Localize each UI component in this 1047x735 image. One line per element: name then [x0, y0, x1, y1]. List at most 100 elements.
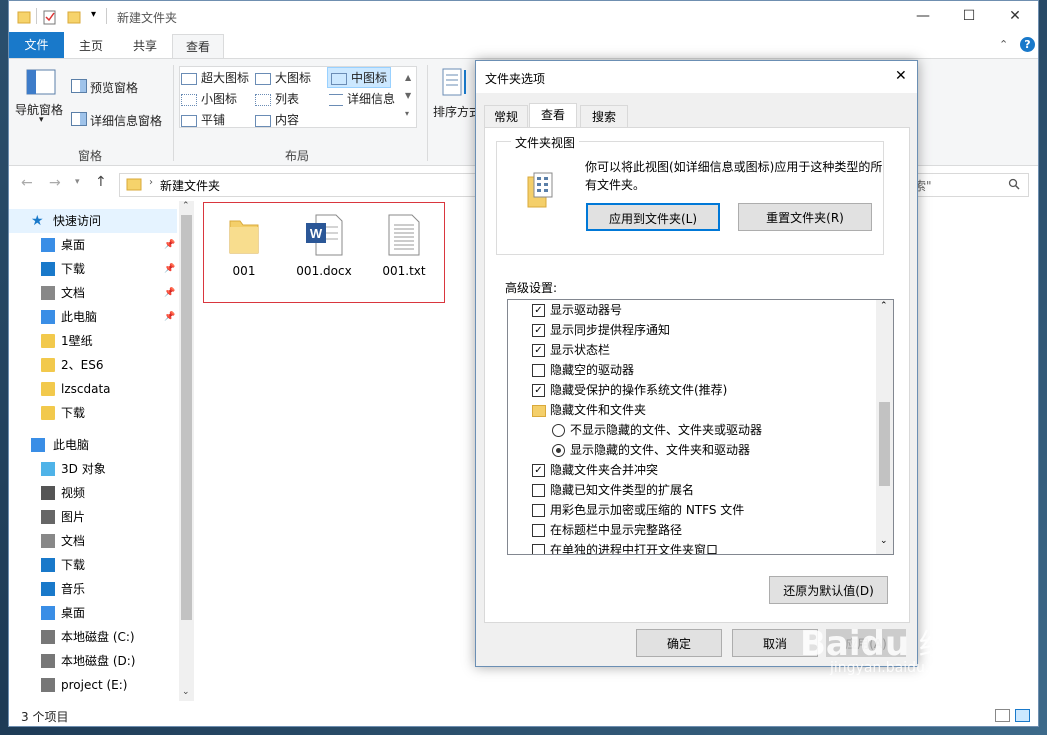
setting-row[interactable]: 在标题栏中显示完整路径	[508, 520, 874, 540]
large-icons-view-toggle-icon[interactable]	[1015, 709, 1030, 722]
file-item[interactable]: 001	[209, 213, 279, 278]
layout-large-icons[interactable]: 大图标	[255, 69, 311, 86]
layout-list[interactable]: 列表	[255, 90, 299, 107]
setting-row[interactable]: ✓ 显示状态栏	[508, 340, 874, 360]
tab-home[interactable]: 主页	[67, 34, 115, 58]
file-item[interactable]: 001.txt	[369, 213, 439, 278]
layout-content[interactable]: 内容	[255, 111, 299, 128]
nav-item[interactable]: 下载	[9, 553, 177, 577]
layout-scroll-arrows-icon[interactable]: ▲ ▼ ▾	[405, 69, 411, 123]
pin-icon[interactable]: 📌	[164, 233, 175, 257]
dialog-close-button[interactable]: ✕	[895, 68, 907, 84]
search-input[interactable]: 索"	[909, 173, 1029, 197]
dialog-tab-general[interactable]: 常规	[484, 105, 528, 128]
nav-item[interactable]: 此电脑	[9, 433, 177, 457]
setting-row[interactable]: 不显示隐藏的文件、文件夹或驱动器	[508, 420, 874, 440]
nav-item[interactable]: lzscdata	[9, 377, 177, 401]
nav-item[interactable]: 3D 对象	[9, 457, 177, 481]
checked-checkbox[interactable]: ✓	[532, 324, 545, 337]
unchecked-checkbox[interactable]	[532, 484, 545, 497]
details-pane-button[interactable]: 详细信息窗格	[90, 112, 162, 129]
settings-scroll-thumb[interactable]	[879, 402, 890, 486]
checked-checkbox[interactable]: ✓	[532, 304, 545, 317]
nav-pane-dropdown-icon[interactable]: ▾	[39, 115, 44, 125]
pin-icon[interactable]: 📌	[164, 305, 175, 329]
setting-row[interactable]: ✓ 隐藏文件夹合并冲突	[508, 460, 874, 480]
nav-item[interactable]: 文档 📌	[9, 281, 177, 305]
pin-icon[interactable]: 📌	[164, 281, 175, 305]
maximize-button[interactable]: ☐	[946, 1, 992, 32]
minimize-button[interactable]: —	[900, 1, 946, 32]
breadcrumb-chevron-icon[interactable]: ›	[149, 177, 153, 188]
back-arrow-icon[interactable]: ←	[21, 175, 33, 191]
reset-folders-button[interactable]: 重置文件夹(R)	[738, 203, 872, 231]
setting-row[interactable]: 在单独的进程中打开文件夹窗口	[508, 540, 874, 554]
setting-row[interactable]: 隐藏已知文件类型的扩展名	[508, 480, 874, 500]
selected-radio[interactable]	[552, 444, 565, 457]
restore-defaults-button[interactable]: 还原为默认值(D)	[769, 576, 888, 604]
sort-by-button[interactable]: 排序方式	[433, 103, 481, 120]
setting-row[interactable]: ✓ 显示同步提供程序通知	[508, 320, 874, 340]
nav-item[interactable]: 1壁纸	[9, 329, 177, 353]
quick-access-dropdown-icon[interactable]: ▾	[91, 9, 96, 20]
collapse-ribbon-icon[interactable]: ⌃	[999, 38, 1008, 51]
address-box[interactable]: › 新建文件夹	[119, 173, 481, 197]
scroll-down-icon[interactable]: ⌄	[182, 687, 190, 697]
nav-item[interactable]: 本地磁盘 (D:)	[9, 649, 177, 673]
radio-button[interactable]	[552, 424, 565, 437]
nav-item[interactable]: project (E:)	[9, 673, 177, 697]
nav-item[interactable]: 桌面	[9, 601, 177, 625]
nav-item[interactable]: 2、ES6	[9, 353, 177, 377]
recent-dropdown-icon[interactable]: ▾	[75, 177, 80, 187]
setting-row[interactable]: ✓ 显示驱动器号	[508, 300, 874, 320]
tab-file[interactable]: 文件	[9, 32, 64, 58]
setting-row[interactable]: ✓ 隐藏受保护的操作系统文件(推荐)	[508, 380, 874, 400]
checked-checkbox[interactable]: ✓	[532, 344, 545, 357]
properties-icon[interactable]	[43, 9, 57, 25]
nav-item[interactable]: 桌面 📌	[9, 233, 177, 257]
nav-item[interactable]: 音乐	[9, 577, 177, 601]
nav-item[interactable]: 图片	[9, 505, 177, 529]
new-folder-icon[interactable]	[67, 9, 81, 25]
nav-item[interactable]: 本地磁盘 (C:)	[9, 625, 177, 649]
close-button[interactable]: ✕	[992, 1, 1038, 32]
tab-share[interactable]: 共享	[121, 34, 169, 58]
dialog-tab-view[interactable]: 查看	[529, 103, 577, 129]
layout-details[interactable]: 详细信息	[329, 90, 395, 107]
forward-arrow-icon[interactable]: →	[49, 175, 61, 191]
setting-row[interactable]: 用彩色显示加密或压缩的 NTFS 文件	[508, 500, 874, 520]
setting-row[interactable]: 显示隐藏的文件、文件夹和驱动器	[508, 440, 874, 460]
setting-row[interactable]: 隐藏空的驱动器	[508, 360, 874, 380]
layout-medium-icons[interactable]: 中图标	[327, 67, 392, 88]
checked-checkbox[interactable]: ✓	[532, 464, 545, 477]
unchecked-checkbox[interactable]	[532, 544, 545, 554]
unchecked-checkbox[interactable]	[532, 364, 545, 377]
details-view-toggle-icon[interactable]	[995, 709, 1010, 722]
settings-scrollbar[interactable]: ⌃ ⌄	[876, 300, 893, 554]
nav-item[interactable]: 下载 📌	[9, 257, 177, 281]
dialog-tab-search[interactable]: 搜索	[580, 105, 628, 128]
search-icon[interactable]	[1008, 178, 1020, 190]
unchecked-checkbox[interactable]	[532, 524, 545, 537]
nav-item[interactable]: ★ 快速访问	[9, 209, 177, 233]
nav-item[interactable]: 下载	[9, 401, 177, 425]
nav-scroll-thumb[interactable]	[181, 215, 192, 620]
nav-scrollbar[interactable]: ⌃ ⌄	[179, 201, 194, 701]
scroll-up-icon[interactable]: ⌃	[182, 201, 190, 211]
tab-view[interactable]: 查看	[172, 34, 224, 59]
ok-button[interactable]: 确定	[636, 629, 722, 657]
apply-to-folders-button[interactable]: 应用到文件夹(L)	[586, 203, 720, 231]
help-icon[interactable]: ?	[1020, 37, 1035, 52]
up-arrow-icon[interactable]: ↑	[95, 174, 107, 190]
pin-icon[interactable]: 📌	[164, 257, 175, 281]
scroll-down-icon[interactable]: ⌄	[880, 536, 888, 546]
breadcrumb-current[interactable]: 新建文件夹	[160, 177, 220, 194]
layout-tiles[interactable]: 平铺	[181, 111, 225, 128]
layout-extra-large-icons[interactable]: 超大图标	[181, 69, 249, 86]
preview-pane-button[interactable]: 预览窗格	[90, 79, 138, 96]
unchecked-checkbox[interactable]	[532, 504, 545, 517]
layout-small-icons[interactable]: 小图标	[181, 90, 237, 107]
file-item[interactable]: W 001.docx	[289, 213, 359, 278]
checked-checkbox[interactable]: ✓	[532, 384, 545, 397]
nav-item[interactable]: 视频	[9, 481, 177, 505]
